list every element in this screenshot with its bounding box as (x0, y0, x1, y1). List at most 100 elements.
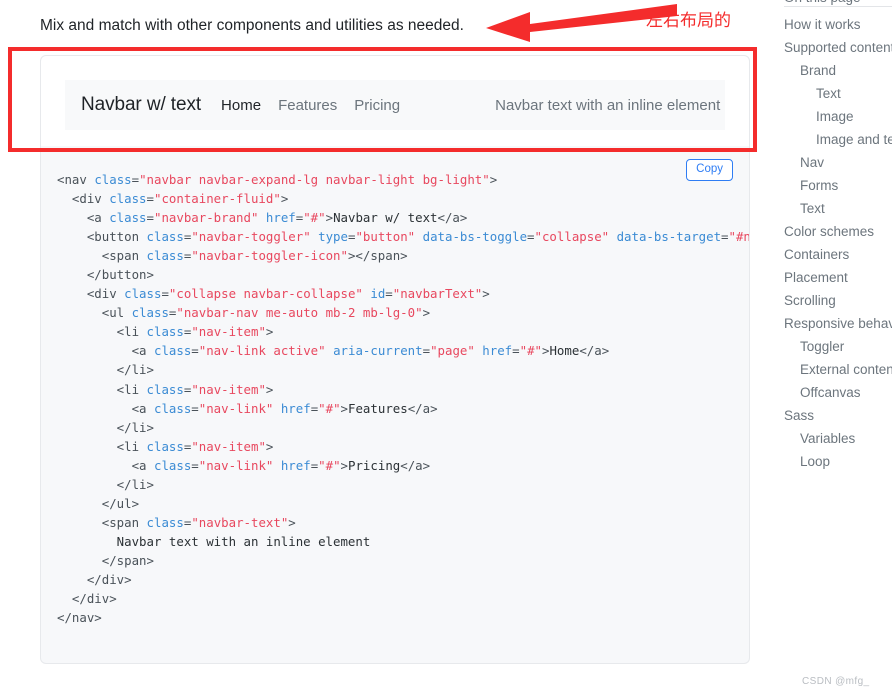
code-token-tag (273, 458, 280, 473)
code-token-val: "navbar-toggler-icon" (191, 248, 348, 264)
code-token-tag: <a (57, 457, 154, 473)
code-token-tag: <button (57, 229, 147, 245)
toc-item-toggler[interactable]: Toggler (784, 335, 892, 358)
code-token-val: "navbar-toggler" (191, 229, 311, 245)
toc-item-text[interactable]: Text (784, 197, 892, 220)
code-line: </span> (57, 551, 749, 570)
code-line: </li> (57, 475, 749, 494)
toc-item-containers[interactable]: Containers (784, 243, 892, 266)
toc-item-responsive-behaviors[interactable]: Responsive behaviors (784, 312, 892, 335)
code-line: <a class="nav-link" href="#">Features</a… (57, 399, 749, 418)
code-token-attr: class (94, 172, 132, 187)
code-line: </li> (57, 360, 749, 379)
toc-item-nav[interactable]: Nav (784, 151, 892, 174)
code-token-tag: </a> (407, 400, 438, 416)
code-line: <span class="navbar-text"> (57, 513, 749, 532)
code-line: <nav class="navbar navbar-expand-lg navb… (57, 170, 749, 189)
navbar-link-features[interactable]: Features (278, 97, 337, 114)
toc-item-forms[interactable]: Forms (784, 174, 892, 197)
toc-item-loop[interactable]: Loop (784, 450, 892, 473)
toc-item-label: Nav (800, 155, 825, 170)
code-token-tag (273, 401, 280, 416)
toc-item-color-schemes[interactable]: Color schemes (784, 220, 892, 243)
toc-item-label: Forms (800, 178, 839, 193)
code-token-tag: > (482, 286, 490, 302)
toc-item-label: Loop (800, 454, 831, 469)
toc-item-external-content[interactable]: External content (784, 358, 892, 381)
code-token-attr: id (370, 286, 386, 302)
code-token-attr: class (131, 305, 169, 321)
code-token-txt: Home (549, 343, 580, 359)
code-token-tag: = (131, 172, 140, 187)
toc-item-scrolling[interactable]: Scrolling (784, 289, 892, 312)
toc-item-label: Placement (784, 270, 848, 285)
code-token-attr: href (280, 457, 311, 473)
code-line: <li class="nav-item"> (57, 437, 749, 456)
toc-item-label: Variables (800, 431, 856, 446)
code-token-tag: <a (57, 343, 154, 359)
code-token-attr: aria-current (333, 343, 423, 359)
toc-item-variables[interactable]: Variables (784, 427, 892, 450)
copy-button[interactable]: Copy (686, 159, 733, 181)
toc-item-text[interactable]: Text (784, 82, 892, 105)
code-token-tag: > (489, 172, 498, 187)
navbar-link-home[interactable]: Home (221, 97, 261, 114)
code-token-tag: </ul> (57, 495, 140, 511)
toc-item-image-and-text[interactable]: Image and text (784, 128, 892, 151)
code-token-tag (609, 229, 616, 244)
code-token-val: "nav-item" (191, 381, 266, 397)
code-token-val: "#" (318, 457, 341, 473)
code-token-val: "button" (355, 229, 416, 245)
code-line: </div> (57, 589, 749, 608)
code-snippet[interactable]: <nav class="navbar navbar-expand-lg navb… (41, 170, 749, 627)
code-line: </button> (57, 265, 749, 284)
code-token-val: "nav-link active" (198, 343, 326, 359)
toc-divider (784, 6, 892, 7)
code-token-txt: Features (348, 400, 408, 416)
code-token-val: "navbar-nav me-auto mb-2 mb-lg-0" (176, 305, 423, 321)
code-token-tag (326, 343, 333, 358)
code-token-val: "#" (303, 210, 326, 226)
code-token-tag: </li> (57, 419, 154, 435)
code-token-attr: class (146, 248, 184, 264)
toc-item-label: Supported content (784, 40, 892, 55)
code-token-tag: = (146, 210, 154, 226)
code-token-attr: class (146, 514, 184, 530)
toc-item-sass[interactable]: Sass (784, 404, 892, 427)
code-token-val: "navbarText" (392, 286, 483, 302)
code-token-val: "navbar navbar-expand-lg navbar-light bg… (139, 172, 490, 187)
toc-item-placement[interactable]: Placement (784, 266, 892, 289)
code-token-attr: class (124, 286, 162, 302)
navbar-link-pricing[interactable]: Pricing (354, 97, 400, 114)
code-token-val: "navbar-brand" (154, 210, 259, 226)
code-token-val: "nav-link" (198, 400, 274, 416)
code-token-tag: </a> (437, 210, 468, 226)
code-token-tag: <a (57, 400, 154, 416)
toc-item-label: External content (800, 362, 892, 377)
toc-item-label: Brand (800, 63, 837, 78)
code-line: <li class="nav-item"> (57, 380, 749, 399)
code-token-tag: </li> (57, 476, 154, 492)
code-line: <a class="nav-link active" aria-current=… (57, 341, 749, 360)
code-token-attr: class (109, 210, 147, 226)
code-line: </nav> (57, 608, 749, 627)
code-token-tag: <span (57, 248, 147, 264)
code-token-tag (415, 229, 422, 244)
code-token-tag: = (161, 286, 169, 302)
toc-item-brand[interactable]: Brand (784, 59, 892, 82)
code-token-tag: </nav> (57, 610, 102, 626)
code-token-attr: data-bs-toggle (422, 229, 528, 245)
code-line: <div class="collapse navbar-collapse" id… (57, 284, 749, 303)
code-token-val: "#navb (728, 229, 750, 245)
code-token-attr: type (318, 229, 348, 245)
navbar-brand[interactable]: Navbar w/ text (81, 94, 201, 116)
toc-item-image[interactable]: Image (784, 105, 892, 128)
code-token-val: "nav-item" (191, 324, 266, 340)
code-line: <ul class="navbar-nav me-auto mb-2 mb-lg… (57, 303, 749, 322)
toc-item-label: Text (816, 86, 841, 101)
code-token-attr: class (153, 457, 192, 473)
toc-item-offcanvas[interactable]: Offcanvas (784, 381, 892, 404)
toc-item-supported-content[interactable]: Supported content (784, 36, 892, 59)
csdn-watermark: CSDN @mfg_ (802, 676, 870, 687)
toc-item-how-it-works[interactable]: How it works (784, 13, 892, 36)
